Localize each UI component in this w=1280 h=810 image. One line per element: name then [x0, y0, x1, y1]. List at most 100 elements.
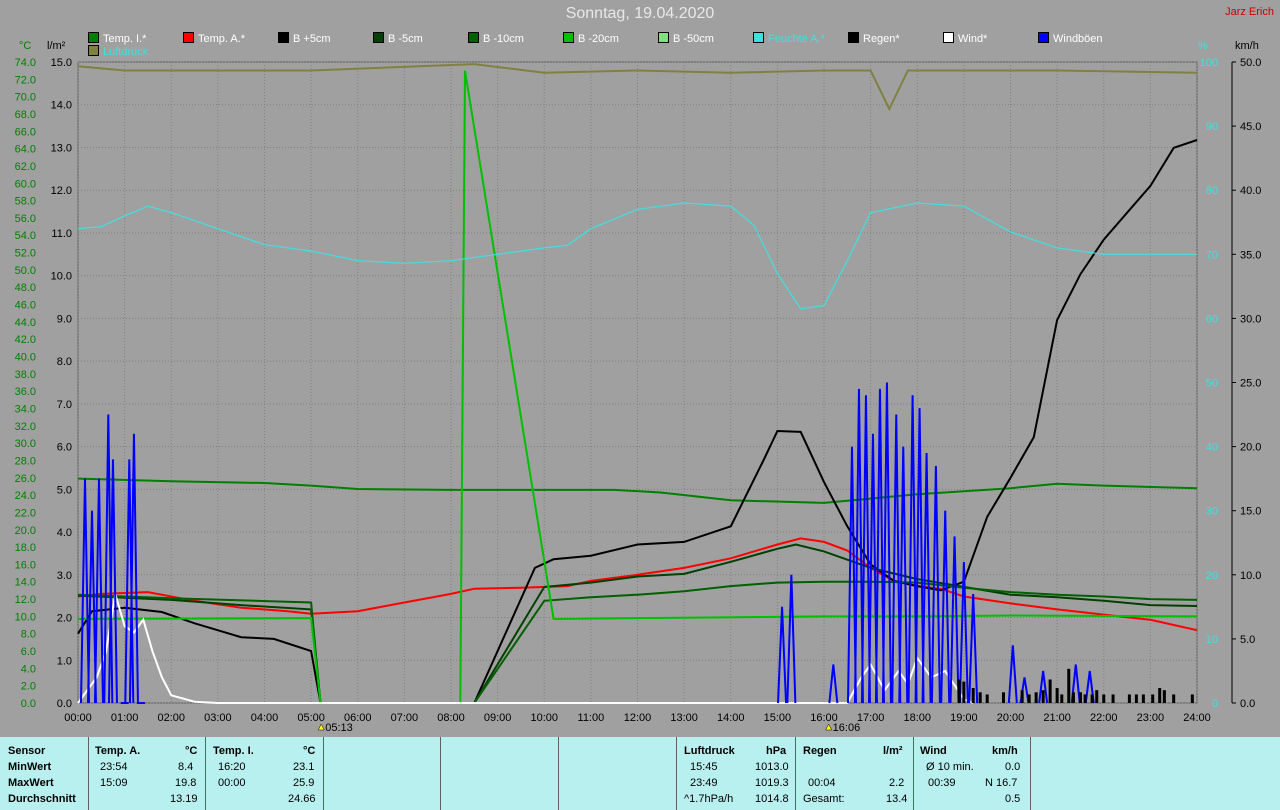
series-regen-bar [1095, 690, 1099, 703]
pressure-min: 1013.0 [755, 761, 789, 773]
temp-a-min: 8.4 [178, 761, 194, 773]
series-regen-bar [1078, 692, 1082, 703]
wind-max-time: 00:39 [928, 777, 956, 789]
sunrise-time-label: 05:13 [325, 722, 353, 734]
pressure-avg: 1014.8 [755, 793, 789, 805]
wind-tick-label: 0.0 [1240, 698, 1255, 710]
divider [558, 737, 559, 810]
series-regen-bar [1048, 679, 1052, 703]
humidity-tick-label: 90 [1206, 121, 1218, 133]
wind-tick-label: 45.0 [1240, 121, 1261, 133]
series-regen-bar [1111, 694, 1115, 703]
rain-tick-label: 3.0 [57, 570, 72, 582]
series-regen-bar [1002, 692, 1006, 703]
wind-max: N 16.7 [985, 777, 1018, 789]
x-tick-label: 00:00 [64, 712, 92, 724]
x-tick-label: 05:00 [297, 712, 325, 724]
humidity-tick-label: 10 [1206, 634, 1218, 646]
humidity-tick-label: 40 [1206, 442, 1218, 454]
temp-tick-label: 6.0 [21, 646, 36, 658]
x-tick-label: 17:00 [857, 712, 885, 724]
wind-tick-label: 30.0 [1240, 313, 1261, 325]
x-tick-label: 13:00 [670, 712, 698, 724]
x-tick-label: 24:00 [1183, 712, 1211, 724]
temp-tick-label: 16.0 [15, 559, 36, 571]
x-tick-label: 07:00 [391, 712, 419, 724]
temp-i-max-time: 00:00 [218, 777, 246, 789]
row-label-min: MinWert [8, 761, 52, 773]
temp-tick-label: 44.0 [15, 317, 36, 329]
temp-a-unit: °C [185, 745, 198, 757]
series-regen-bar [1127, 694, 1131, 703]
temp-tick-label: 4.0 [21, 663, 36, 675]
row-label-max: MaxWert [8, 777, 54, 789]
x-tick-label: 14:00 [717, 712, 745, 724]
pressure-header: Luftdruck [684, 745, 735, 757]
series-regen-bar [1034, 692, 1038, 703]
series-regen-bar [1067, 668, 1071, 703]
temp-tick-label: 24.0 [15, 490, 36, 502]
temp-tick-label: 0.0 [21, 698, 36, 710]
temp-tick-label: 52.0 [15, 248, 36, 260]
x-tick-label: 08:00 [437, 712, 465, 724]
rain-tick-label: 5.0 [57, 484, 72, 496]
series-regen-bar [1172, 694, 1176, 703]
rain-tick-label: 12.0 [51, 185, 72, 197]
temp-i-header: Temp. I. [213, 745, 254, 757]
divider [205, 737, 206, 810]
wind-tick-label: 35.0 [1240, 249, 1261, 261]
temp-tick-label: 8.0 [21, 629, 36, 641]
rain-tick-label: 4.0 [57, 527, 72, 539]
divider [440, 737, 441, 810]
wind-avg: 0.5 [1005, 793, 1021, 805]
humidity-tick-label: 80 [1206, 185, 1218, 197]
x-tick-label: 21:00 [1043, 712, 1071, 724]
rain-tick-label: 13.0 [51, 142, 72, 154]
temp-tick-label: 42.0 [15, 334, 36, 346]
temp-i-max: 25.9 [293, 777, 315, 789]
temp-tick-label: 28.0 [15, 455, 36, 467]
divider [88, 737, 89, 810]
series-regen-bar [1090, 694, 1094, 703]
rain-tick-label: 2.0 [57, 613, 72, 625]
pressure-min-time: 15:45 [690, 761, 718, 773]
wind-tick-label: 15.0 [1240, 506, 1261, 518]
sunset-icon [825, 723, 833, 731]
temp-tick-label: 50.0 [15, 265, 36, 277]
x-tick-label: 03:00 [204, 712, 232, 724]
temp-a-header: Temp. A. [95, 745, 141, 757]
rain-tick-label: 15.0 [51, 57, 72, 69]
x-tick-label: 15:00 [764, 712, 792, 724]
statistics-panel: Sensor MinWert MaxWert Durchschnitt Temp… [0, 737, 1280, 810]
series-regen-bar [1158, 688, 1162, 703]
temp-a-min-time: 23:54 [100, 761, 128, 773]
chart-grid [77, 61, 1198, 704]
divider [913, 737, 914, 810]
wind-tick-label: 25.0 [1240, 378, 1261, 390]
series-regen-bar [1083, 694, 1087, 703]
series-regen-bar [971, 688, 975, 703]
temp-tick-label: 36.0 [15, 386, 36, 398]
divider [1030, 737, 1031, 810]
series-regen-bar [985, 694, 989, 703]
temp-tick-label: 38.0 [15, 369, 36, 381]
x-tick-label: 22:00 [1090, 712, 1118, 724]
pressure-unit: hPa [766, 745, 787, 757]
temp-tick-label: 64.0 [15, 144, 36, 156]
temp-tick-label: 20.0 [15, 525, 36, 537]
series-regen-bar [1027, 694, 1031, 703]
x-tick-label: 01:00 [111, 712, 139, 724]
humidity-tick-label: 0 [1212, 698, 1218, 710]
temp-a-max: 19.8 [175, 777, 197, 789]
wind-avg10: 0.0 [1005, 761, 1021, 773]
rain-tick-label: 10.0 [51, 271, 72, 283]
rain-unit: l/m² [883, 745, 903, 757]
wind-tick-label: 20.0 [1240, 442, 1261, 454]
temp-i-avg: 24.66 [288, 793, 316, 805]
wind-tick-label: 5.0 [1240, 634, 1255, 646]
series-regen-bar [957, 679, 961, 703]
x-tick-label: 23:00 [1137, 712, 1165, 724]
temp-a-avg: 13.19 [170, 793, 198, 805]
humidity-tick-label: 70 [1206, 249, 1218, 261]
wind-avg10-label: Ø 10 min. [926, 761, 974, 773]
